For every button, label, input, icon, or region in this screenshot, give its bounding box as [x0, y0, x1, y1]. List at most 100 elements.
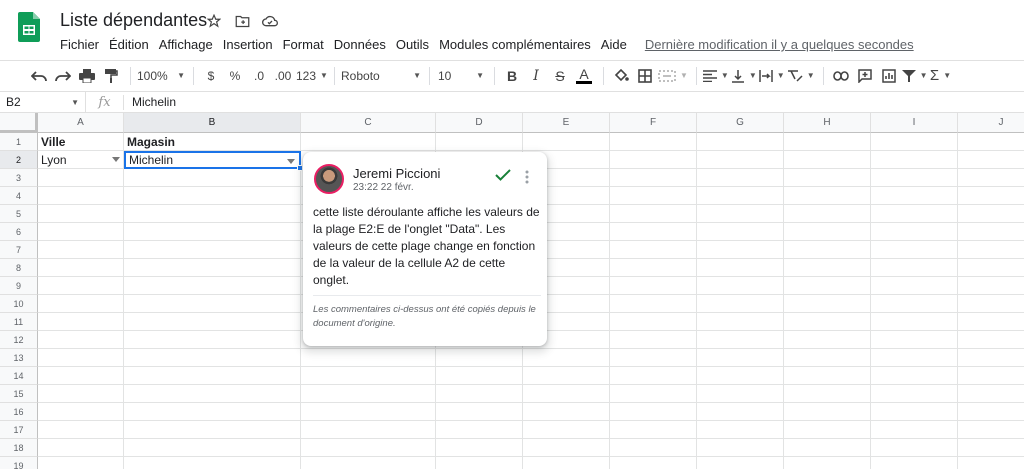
- row-header-11[interactable]: 11: [0, 313, 38, 331]
- formula-input[interactable]: Michelin: [124, 95, 176, 109]
- chevron-down-icon: ▼: [720, 71, 729, 80]
- row-header-17[interactable]: 17: [0, 421, 38, 439]
- dropdown-arrow-icon[interactable]: [287, 159, 295, 164]
- row-header-2[interactable]: 2: [0, 151, 38, 169]
- resolve-check-icon[interactable]: [495, 168, 511, 186]
- menu-donnees[interactable]: Données: [329, 35, 391, 54]
- cell-b2-dropdown[interactable]: Michelin: [124, 151, 301, 169]
- italic-button[interactable]: I: [525, 64, 547, 88]
- cloud-saved-icon[interactable]: [261, 12, 279, 30]
- row-header-1[interactable]: 1: [0, 133, 38, 151]
- increase-decimals-button[interactable]: .00: [272, 64, 294, 88]
- row-header-14[interactable]: 14: [0, 367, 38, 385]
- comment-divider: [313, 295, 541, 296]
- undo-icon[interactable]: [28, 64, 50, 88]
- cell-a2-dropdown[interactable]: Lyon: [38, 151, 124, 169]
- chevron-down-icon: ▼: [680, 71, 688, 80]
- insert-chart-icon[interactable]: [878, 64, 900, 88]
- row-header-18[interactable]: 18: [0, 439, 38, 457]
- filter-icon[interactable]: ▼: [901, 64, 928, 88]
- percent-format-button[interactable]: %: [224, 64, 246, 88]
- column-header-a[interactable]: A: [38, 113, 124, 133]
- fill-color-icon[interactable]: [610, 64, 632, 88]
- column-header-b[interactable]: B: [124, 113, 301, 133]
- grid-line: [696, 133, 697, 469]
- sheets-logo-icon[interactable]: [18, 12, 40, 42]
- insert-link-icon[interactable]: [830, 64, 852, 88]
- grid-line: [38, 438, 1024, 439]
- font-family-select[interactable]: Roboto ▼: [341, 64, 421, 88]
- cell-a1[interactable]: Ville: [38, 133, 124, 151]
- more-formats-select[interactable]: 123 ▼: [296, 64, 328, 88]
- row-header-10[interactable]: 10: [0, 295, 38, 313]
- grid-line: [38, 456, 1024, 457]
- menu-insertion[interactable]: Insertion: [218, 35, 278, 54]
- row-header-13[interactable]: 13: [0, 349, 38, 367]
- more-options-icon[interactable]: [525, 170, 529, 184]
- bold-button[interactable]: B: [501, 64, 523, 88]
- functions-button[interactable]: Σ ▼: [930, 64, 952, 88]
- row-header-12[interactable]: 12: [0, 331, 38, 349]
- dropdown-arrow-icon[interactable]: [112, 157, 120, 162]
- menu-fichier[interactable]: Fichier: [55, 35, 104, 54]
- menu-outils[interactable]: Outils: [391, 35, 434, 54]
- menu-modules[interactable]: Modules complémentaires: [434, 35, 596, 54]
- grid-line: [123, 133, 124, 469]
- column-header-j[interactable]: J: [958, 113, 1024, 133]
- insert-comment-icon[interactable]: [854, 64, 876, 88]
- column-header-h[interactable]: H: [784, 113, 871, 133]
- row-header-3[interactable]: 3: [0, 169, 38, 187]
- column-header-g[interactable]: G: [697, 113, 784, 133]
- menu-aide[interactable]: Aide: [596, 35, 632, 54]
- row-header-8[interactable]: 8: [0, 259, 38, 277]
- comment-copied-note: Les commentaires ci-dessus ont été copié…: [313, 304, 536, 329]
- row-header-19[interactable]: 19: [0, 457, 38, 469]
- last-edit-link[interactable]: Dernière modification il y a quelques se…: [640, 35, 919, 54]
- move-folder-icon[interactable]: [233, 12, 251, 30]
- zoom-select[interactable]: 100% ▼: [137, 64, 185, 88]
- cell-b1[interactable]: Magasin: [124, 133, 301, 151]
- row-header-7[interactable]: 7: [0, 241, 38, 259]
- column-header-e[interactable]: E: [523, 113, 610, 133]
- document-title[interactable]: Liste dépendantes: [60, 10, 207, 31]
- grid-line: [38, 402, 1024, 403]
- name-box[interactable]: B2 ▼: [0, 92, 86, 112]
- text-color-button[interactable]: A: [573, 64, 595, 88]
- row-header-9[interactable]: 9: [0, 277, 38, 295]
- star-icon[interactable]: [205, 12, 223, 30]
- menu-affichage[interactable]: Affichage: [154, 35, 218, 54]
- strikethrough-button[interactable]: S: [549, 64, 571, 88]
- menu-edition[interactable]: Édition: [104, 35, 154, 54]
- column-header-i[interactable]: I: [871, 113, 958, 133]
- column-header-f[interactable]: F: [610, 113, 697, 133]
- cell-b1-text: Magasin: [127, 135, 176, 149]
- text-wrap-icon[interactable]: ▼: [759, 64, 785, 88]
- print-icon[interactable]: [76, 64, 98, 88]
- column-header-c[interactable]: C: [301, 113, 436, 133]
- comment-author: Jeremi Piccioni: [353, 166, 441, 181]
- decrease-decimals-button[interactable]: .0: [248, 64, 270, 88]
- vertical-align-icon[interactable]: ▼: [731, 64, 757, 88]
- row-header-6[interactable]: 6: [0, 223, 38, 241]
- horizontal-align-icon[interactable]: ▼: [702, 64, 729, 88]
- merge-cells-icon[interactable]: ▼: [658, 64, 688, 88]
- grid-line: [870, 133, 871, 469]
- grid-line: [38, 366, 1024, 367]
- row-header-4[interactable]: 4: [0, 187, 38, 205]
- menu-format[interactable]: Format: [278, 35, 329, 54]
- borders-icon[interactable]: [634, 64, 656, 88]
- font-size-value: 10: [438, 68, 452, 83]
- redo-icon[interactable]: [52, 64, 74, 88]
- column-header-d[interactable]: D: [436, 113, 523, 133]
- text-rotation-icon[interactable]: ▼: [787, 64, 815, 88]
- row-header-15[interactable]: 15: [0, 385, 38, 403]
- chevron-down-icon: ▼: [320, 71, 328, 80]
- row-header-16[interactable]: 16: [0, 403, 38, 421]
- row-header-5[interactable]: 5: [0, 205, 38, 223]
- currency-format-button[interactable]: $: [200, 64, 222, 88]
- comment-card[interactable]: Jeremi Piccioni 23:22 22 févr. cette lis…: [303, 152, 547, 346]
- toolbar-divider: [130, 66, 131, 85]
- paint-format-icon[interactable]: [100, 64, 122, 88]
- font-size-select[interactable]: 10 ▼: [436, 64, 486, 88]
- select-all-corner[interactable]: [0, 113, 38, 133]
